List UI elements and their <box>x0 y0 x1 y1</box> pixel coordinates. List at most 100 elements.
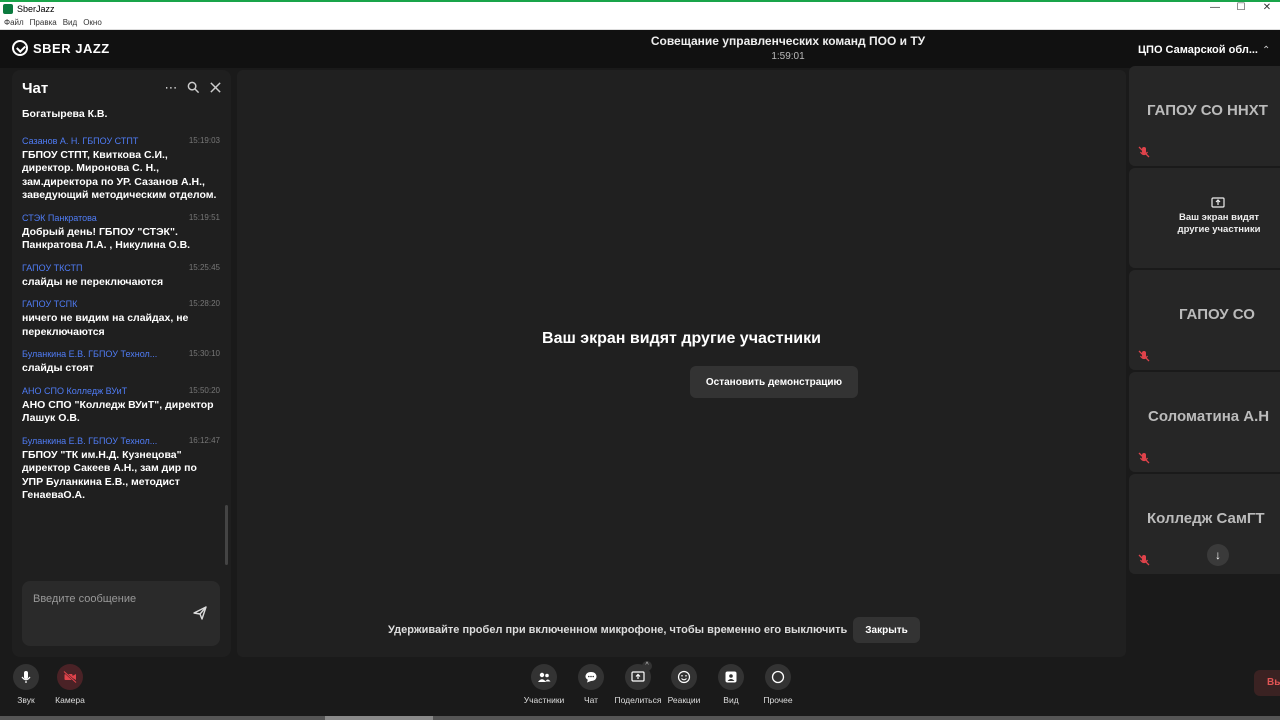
more-button[interactable]: Прочее <box>753 664 803 705</box>
view-label: Вид <box>723 695 739 705</box>
bottom-toolbar: Звук Камера Участники Чат ^ Поделиться Р… <box>0 660 1280 716</box>
more-icon[interactable]: ⋯ <box>164 81 178 95</box>
app-header: SBER JAZZ Совещание управленческих коман… <box>0 30 1280 68</box>
message-text: Добрый день! ГБПОУ "СТЭК". Панкратова Л.… <box>22 225 191 252</box>
maximize-icon[interactable]: ☐ <box>1228 0 1254 16</box>
camera-off-icon <box>57 664 83 690</box>
participants-button[interactable]: Участники <box>519 664 569 705</box>
message-time: 15:28:20 <box>188 299 220 308</box>
mic-hint: Удерживайте пробел при включенном микроф… <box>388 617 920 643</box>
exit-button[interactable]: Вы <box>1254 670 1280 696</box>
participant-name: Соломатина А.Н <box>1148 408 1270 425</box>
participant-tile[interactable]: ГАПОУ СО <box>1129 270 1280 370</box>
window-title: SberJazz <box>17 4 55 14</box>
chat-message: ГАПОУ ТСПК 15:28:20 ничего не видим на сл… <box>22 299 220 339</box>
participant-tile[interactable]: Колледж СамГТ ↓ <box>1129 474 1280 574</box>
message-text: ничего не видим на слайдах, не переключа… <box>22 312 189 338</box>
reactions-button[interactable]: Реакции <box>659 664 709 705</box>
message-author[interactable]: СТЭК Панкратова <box>22 213 97 223</box>
participant-name: ГАПОУ СО ННХТ <box>1147 102 1268 119</box>
message-author[interactable]: ГАПОУ ТСПК <box>22 299 77 309</box>
message-time: 15:50:20 <box>188 385 220 395</box>
scrollbar-thumb[interactable] <box>325 716 433 720</box>
meeting-title: Совещание управленческих команд ПОО и ТУ <box>650 34 926 48</box>
window-titlebar: SberJazz — ☐ ✕ <box>0 0 1280 16</box>
chat-message: Буланкина Е.В. ГБПОУ Технол... 15:30:10 с… <box>22 349 220 376</box>
message-text: АНО СПО "Колледж ВУиТ", директор Лашук О… <box>22 398 214 425</box>
chat-message: АНО СПО Колледж ВУиТ 15:50:20 АНО СПО "Ко… <box>22 386 220 426</box>
message-author[interactable]: Сазанов А. Н. ГБПОУ СТПТ <box>22 136 138 146</box>
share-label: Поделиться <box>614 695 662 705</box>
send-icon[interactable] <box>192 605 208 621</box>
chevron-up-icon[interactable]: ^ <box>642 661 652 671</box>
mic-off-icon <box>1137 553 1151 567</box>
message-text: ГБПОУ "ТК им.Н.Д. Кузнецова" директор Са… <box>22 448 197 502</box>
logo: SBER JAZZ <box>12 40 110 56</box>
chat-message: Буланкина Е.В. ГБПОУ Технол... 16:12:47 Г… <box>22 436 220 503</box>
screen-share-message: Ваш экран видят другие участники <box>542 330 821 347</box>
smile-icon <box>671 664 697 690</box>
share-button[interactable]: ^ Поделиться <box>613 661 663 705</box>
camera-button[interactable]: Камера <box>45 664 95 705</box>
sber-logo-icon <box>12 40 28 56</box>
participant-name: ГАПОУ СО <box>1179 306 1255 323</box>
view-layout-icon <box>718 664 744 690</box>
menu-file[interactable]: Файл <box>4 18 24 27</box>
close-icon[interactable] <box>208 81 222 95</box>
message-author[interactable]: ГАПОУ ТКСТП <box>22 263 82 273</box>
chevron-up-icon[interactable]: ⌃ <box>1262 45 1270 56</box>
chat-message: Богатырева К.В. <box>22 108 220 122</box>
chat-message: Сазанов А. Н. ГБПОУ СТПТ 15:19:03 ГБПОУ С… <box>22 136 220 203</box>
chat-header: Чат ⋯ <box>22 80 222 100</box>
message-time: 16:12:47 <box>188 435 220 445</box>
search-icon[interactable] <box>186 81 200 95</box>
sound-button[interactable]: Звук <box>1 664 51 705</box>
message-author[interactable]: Буланкина Е.В. ГБПОУ Технол... <box>22 436 157 446</box>
reactions-label: Реакции <box>667 695 701 705</box>
chat-input-box <box>22 581 220 646</box>
meeting-info: Совещание управленческих команд ПОО и ТУ… <box>460 34 1116 62</box>
people-icon <box>531 664 557 690</box>
close-window-icon[interactable]: ✕ <box>1254 0 1280 16</box>
participants-label: Участники <box>523 695 565 705</box>
horizontal-scrollbar[interactable] <box>0 716 1280 720</box>
menu-view[interactable]: Вид <box>63 18 77 27</box>
message-text: слайды стоят <box>22 362 94 374</box>
exit-label: Вы <box>1267 677 1280 688</box>
logo-text: SBER JAZZ <box>33 40 110 56</box>
menu-window[interactable]: Окно <box>83 18 102 27</box>
menu-edit[interactable]: Правка <box>30 18 57 27</box>
message-text: Богатырева К.В. <box>22 108 108 120</box>
minimize-icon[interactable]: — <box>1202 0 1228 16</box>
mic-off-icon <box>1137 451 1151 465</box>
participants-header[interactable]: ЦПО Самарской обл... ⌃ <box>1128 38 1280 62</box>
message-text: слайды не переключаются <box>22 275 164 288</box>
message-author[interactable]: Буланкина Е.В. ГБПОУ Технол... <box>22 349 157 359</box>
view-button[interactable]: Вид <box>706 664 756 705</box>
chat-title: Чат <box>22 80 49 97</box>
camera-label: Камера <box>55 695 85 705</box>
chat-message: СТЭК Панкратова 15:19:51 Добрый день! ГБП… <box>22 213 220 253</box>
message-author[interactable]: АНО СПО Колледж ВУиТ <box>22 386 127 396</box>
chat-scrollbar[interactable] <box>225 505 228 565</box>
more-label: Прочее <box>763 695 793 705</box>
message-input[interactable] <box>33 593 183 605</box>
participant-tile[interactable]: ГАПОУ СО ННХТ <box>1129 66 1280 166</box>
stop-sharing-button[interactable]: Остановить демонстрацию <box>690 366 858 398</box>
close-hint-button[interactable]: Закрыть <box>853 617 920 643</box>
message-text: ГБПОУ СТПТ, Квиткова С.И., директор. Мир… <box>22 148 217 202</box>
scroll-down-button[interactable]: ↓ <box>1207 544 1229 566</box>
microphone-icon <box>13 664 39 690</box>
chat-label: Чат <box>583 695 599 705</box>
app-icon <box>3 4 13 14</box>
chat-button[interactable]: Чат <box>566 664 616 705</box>
sound-label: Звук <box>17 695 35 705</box>
participant-tile[interactable]: Соломатина А.Н <box>1129 372 1280 472</box>
participant-name: Колледж СамГТ <box>1147 510 1265 527</box>
participant-tile-self-share[interactable]: Ваш экран видят другие участники <box>1129 168 1280 268</box>
screen-share-icon <box>1211 196 1225 208</box>
chat-messages[interactable]: Богатырева К.В. Сазанов А. Н. ГБПОУ СТПТ… <box>22 108 220 513</box>
screen-share-line-1: Ваш экран видят <box>1178 212 1260 223</box>
screen-share-text: Ваш экран видят другие участники <box>1129 212 1280 236</box>
chat-icon <box>578 664 604 690</box>
